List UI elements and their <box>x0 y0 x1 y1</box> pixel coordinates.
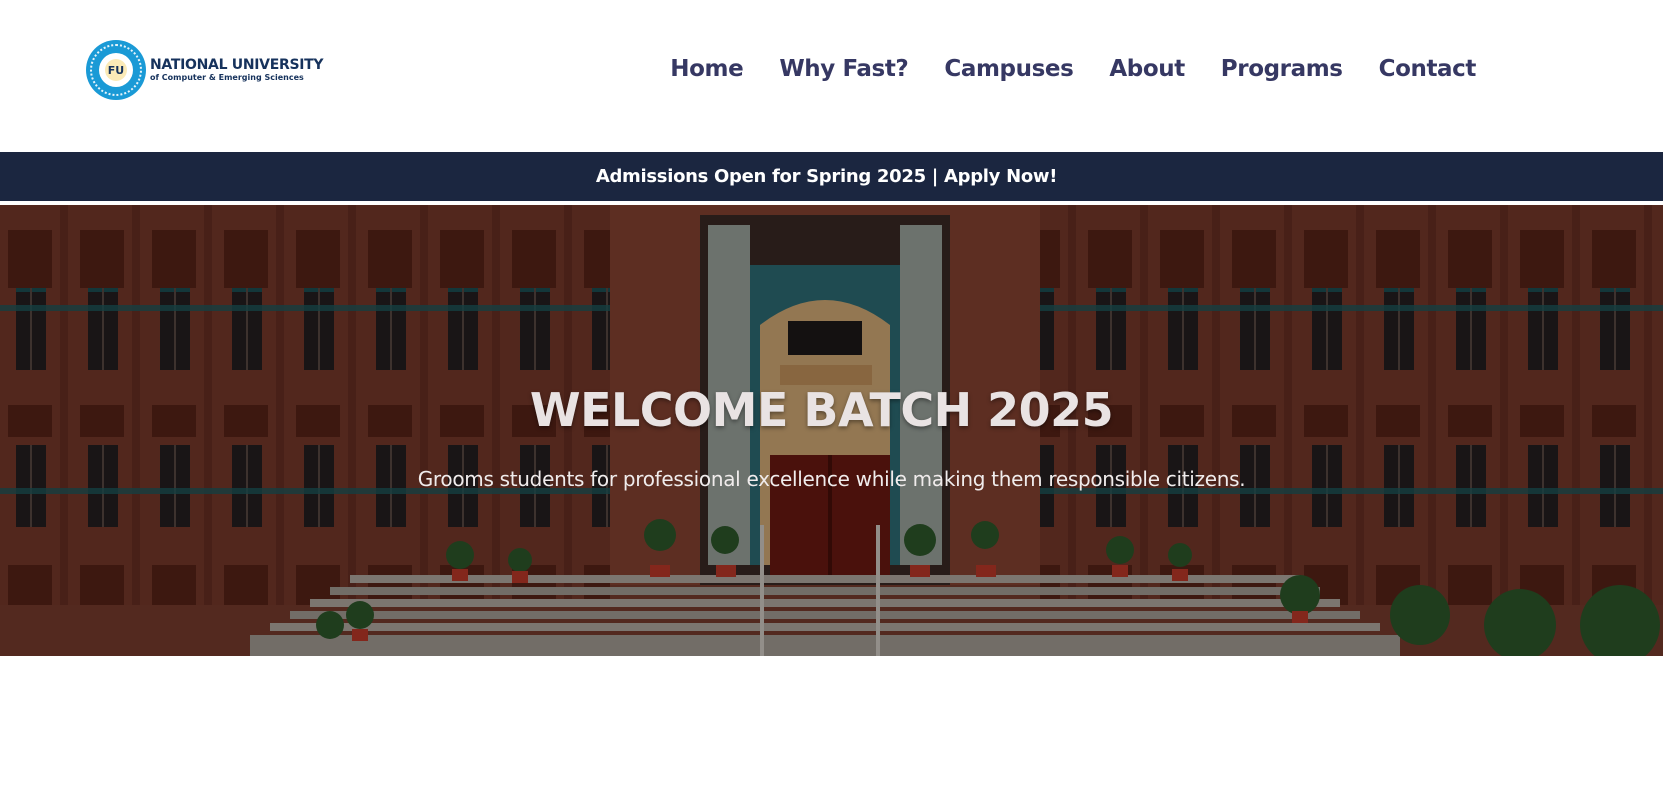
logo-subtitle: of Computer & Emerging Sciences <box>150 73 304 82</box>
main-nav: Home Why Fast? Campuses About Programs C… <box>670 56 1476 82</box>
nav-item-about[interactable]: About <box>1109 56 1185 82</box>
admissions-banner[interactable]: Admissions Open for Spring 2025 | Apply … <box>0 152 1663 201</box>
hero-section: WELCOME BATCH 2025 Grooms students for p… <box>0 205 1663 656</box>
hero-title: WELCOME BATCH 2025 <box>529 383 1114 437</box>
nav-item-home[interactable]: Home <box>670 56 743 82</box>
university-logo[interactable]: FU NATIONAL UNIVERSITY of Computer & Eme… <box>86 40 324 100</box>
hero-subtitle: Grooms students for professional excelle… <box>417 467 1246 491</box>
nav-item-programs[interactable]: Programs <box>1221 56 1343 82</box>
site-header: FU NATIONAL UNIVERSITY of Computer & Eme… <box>0 0 1663 152</box>
university-seal-icon: FU <box>86 40 146 100</box>
nav-item-contact[interactable]: Contact <box>1379 56 1477 82</box>
nav-item-campuses[interactable]: Campuses <box>944 56 1073 82</box>
logo-title: NATIONAL UNIVERSITY <box>150 57 324 73</box>
admissions-banner-text[interactable]: Admissions Open for Spring 2025 | Apply … <box>596 166 1058 187</box>
nav-item-why-fast[interactable]: Why Fast? <box>779 56 908 82</box>
